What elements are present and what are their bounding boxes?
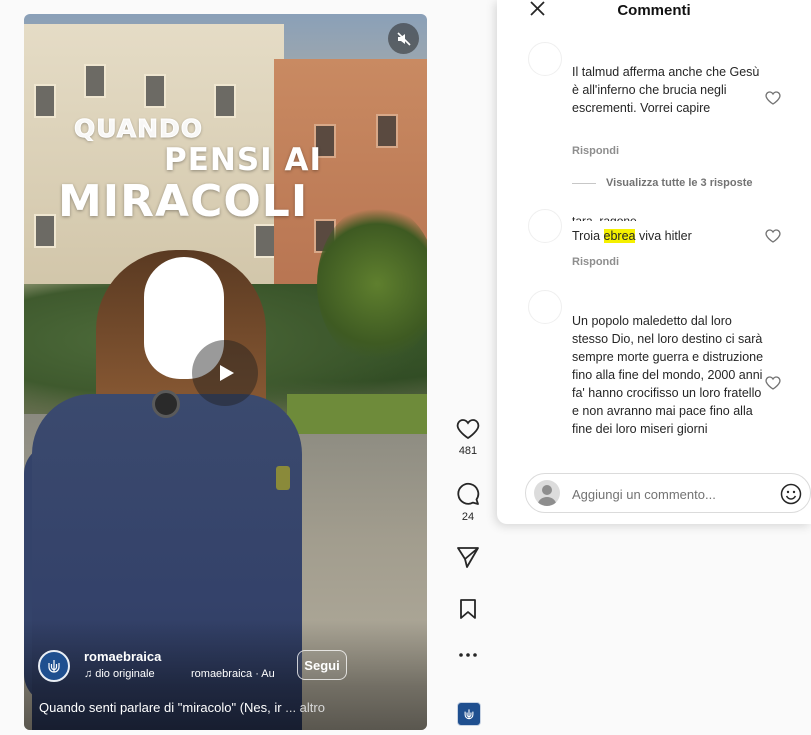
comment-icon [457,482,480,505]
background-grass [287,394,427,434]
comment-input[interactable] [572,484,772,504]
caption-more-link[interactable]: ... altro [285,700,325,715]
more-options-action[interactable] [448,652,488,658]
heart-icon [456,419,480,440]
comment-text: Troia ebrea viva hitler [572,227,764,245]
bookmark-icon [460,599,476,619]
building-window [214,84,236,118]
comments-title: Commenti [617,2,691,19]
building-window [34,214,56,248]
comment-action[interactable]: 24 [448,482,488,523]
heart-icon[interactable] [765,375,781,391]
mute-button[interactable] [388,23,419,54]
share-icon [457,547,479,568]
heart-icon[interactable] [765,90,781,106]
commenter-avatar[interactable] [528,209,562,243]
view-replies-label: Visualizza tutte le 3 risposte [606,177,753,189]
lapel-microphone [152,390,180,418]
building-window [254,224,276,258]
comment-input-box [525,473,811,513]
commenter-avatar[interactable] [528,290,562,324]
comment-text: Un popolo maledetto dal loro stesso Dio,… [572,314,764,436]
user-avatar-icon [534,480,560,506]
audio-secondary[interactable]: romaebraica · Au [191,668,275,680]
mute-icon [396,31,411,46]
reply-button[interactable]: Rispondi [572,256,619,268]
comments-panel: Commenti Il talmud afferma anche che Ges… [497,0,811,524]
building-window [84,64,106,98]
building-window [376,114,398,148]
reel-video[interactable]: QUANDO PENSI AI MIRACOLI romaebraica ♫ d… [24,14,427,730]
commenter-username[interactable]: tara_ragone [572,214,637,221]
comment-text-part: Troia [572,229,604,243]
follow-button[interactable]: Segui [297,650,347,680]
emoji-icon[interactable] [780,483,802,505]
like-action[interactable]: 481 [448,418,488,457]
video-title-line-3: MIRACOLI [58,176,309,227]
comment-text-part: viva hitler [635,229,692,243]
comment-count: 24 [461,511,475,523]
menorah-logo-icon [48,660,60,673]
like-count: 481 [458,445,478,457]
audio-link[interactable]: ♫ dio originale [84,668,155,680]
replies-divider [572,182,596,184]
profile-avatar[interactable] [38,650,70,682]
video-caption[interactable]: Quando senti parlare di "miracolo" (Nes,… [39,700,325,715]
background-tree [317,204,427,364]
reels-page: QUANDO PENSI AI MIRACOLI romaebraica ♫ d… [0,0,811,735]
building-window [144,74,166,108]
heart-icon[interactable] [765,228,781,244]
share-action[interactable] [448,546,488,568]
caption-text: Quando senti parlare di "miracolo" (Nes,… [39,700,282,715]
music-note-icon: ♫ [84,668,93,680]
video-title-line-2: PENSI AI [164,142,323,178]
play-icon [220,365,234,381]
sleeve-badge [276,466,290,490]
play-button[interactable] [192,340,258,406]
audio-label: dio originale [95,668,155,680]
audio-thumbnail[interactable] [457,702,481,726]
building-window [34,84,56,118]
more-icon [459,653,477,657]
menorah-logo-icon [464,709,474,720]
video-title-line-1: QUANDO [73,114,204,144]
username-link[interactable]: romaebraica [84,649,161,664]
highlighted-word: ebrea [603,229,636,243]
comment-text: Il talmud afferma anche che Gesù è all'i… [572,65,760,115]
save-action[interactable] [448,598,488,620]
reply-button[interactable]: Rispondi [572,145,619,157]
commenter-avatar[interactable] [528,42,562,76]
view-replies-button[interactable]: Visualizza tutte le 3 risposte [572,177,753,189]
